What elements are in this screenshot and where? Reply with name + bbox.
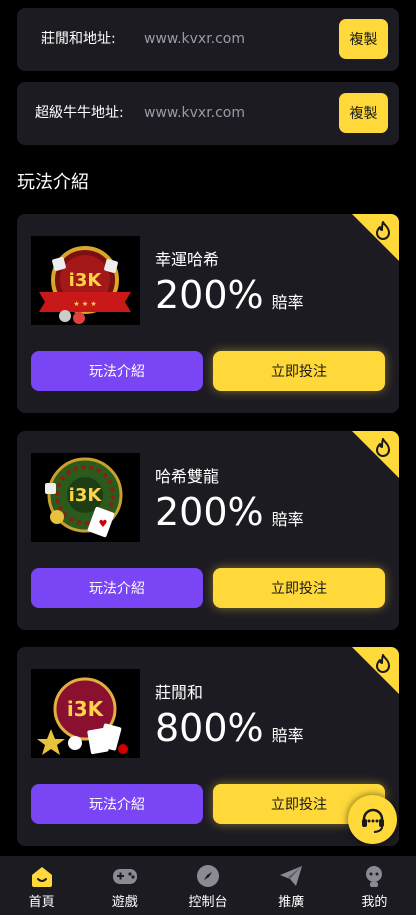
address-label: 莊閒和地址: <box>41 31 116 47</box>
game-thumbnail: i3K ★ ★ ★ <box>31 236 140 325</box>
game-card: i3K ♥ 哈希雙龍 200% 賠率 玩法介紹 立即投注 <box>17 431 399 630</box>
odds: 200% 賠率 <box>155 489 304 535</box>
tab-home[interactable]: 首頁 <box>0 856 83 915</box>
tab-mine[interactable]: 我的 <box>333 856 416 915</box>
compass-icon <box>197 865 219 887</box>
headset-icon <box>361 808 384 833</box>
hot-corner-badge <box>352 647 399 694</box>
odds: 200% 賠率 <box>155 272 304 318</box>
svg-text:i3K: i3K <box>69 485 103 506</box>
section-title: 玩法介紹 <box>17 172 89 193</box>
tab-promote[interactable]: 推廣 <box>250 856 333 915</box>
intro-button[interactable]: 玩法介紹 <box>31 784 203 824</box>
address-card-zhuangxianhe: 莊閒和地址: www.kvxr.com 複製 <box>17 8 399 71</box>
tab-label: 遊戲 <box>111 895 138 910</box>
svg-text:i3K: i3K <box>69 270 103 291</box>
copy-button[interactable]: 複製 <box>339 19 388 59</box>
tab-games[interactable]: 遊戲 <box>83 856 166 915</box>
intro-button[interactable]: 玩法介紹 <box>31 351 203 391</box>
odds-unit: 賠率 <box>271 510 304 529</box>
fire-icon <box>376 654 390 673</box>
address-label: 超級牛牛地址: <box>35 105 124 121</box>
game-thumbnail: i3K <box>31 669 140 758</box>
odds-unit: 賠率 <box>271 293 304 312</box>
send-icon <box>280 866 303 886</box>
game-name: 莊閒和 <box>155 683 204 702</box>
intro-button[interactable]: 玩法介紹 <box>31 568 203 608</box>
home-icon <box>31 867 52 887</box>
bottom-tab-bar: 首頁 遊戲 控制台 推廣 我的 <box>0 856 416 915</box>
fire-icon <box>376 438 390 457</box>
odds-unit: 賠率 <box>271 726 304 745</box>
fire-icon <box>376 221 390 240</box>
bet-button[interactable]: 立即投注 <box>213 568 385 608</box>
hot-corner-badge <box>352 431 399 478</box>
svg-text:i3K: i3K <box>67 697 105 721</box>
svg-text:♥: ♥ <box>99 519 108 530</box>
odds-value: 200% <box>155 273 264 317</box>
tab-label: 控制台 <box>188 895 228 910</box>
tab-label: 我的 <box>361 895 388 910</box>
address-value: www.kvxr.com <box>144 31 246 47</box>
svg-text:★ ★ ★: ★ ★ ★ <box>73 300 96 308</box>
game-name: 哈希雙龍 <box>155 467 220 486</box>
address-card-niuniu: 超級牛牛地址: www.kvxr.com 複製 <box>17 82 399 145</box>
gamepad-icon <box>112 869 137 884</box>
game-name: 幸運哈希 <box>155 250 220 269</box>
odds-value: 800% <box>155 706 264 750</box>
tab-label: 推廣 <box>278 895 305 910</box>
odds-value: 200% <box>155 490 264 534</box>
customer-support-button[interactable] <box>348 795 397 844</box>
game-card: i3K 莊閒和 800% 賠率 玩法介紹 立即投注 <box>17 647 399 846</box>
bet-button[interactable]: 立即投注 <box>213 351 385 391</box>
tab-label: 首頁 <box>28 895 55 910</box>
hot-corner-badge <box>352 214 399 261</box>
tab-console[interactable]: 控制台 <box>166 856 249 915</box>
odds: 800% 賠率 <box>155 705 304 751</box>
copy-button[interactable]: 複製 <box>339 93 388 133</box>
user-icon <box>366 866 383 887</box>
game-card: i3K ★ ★ ★ 幸運哈希 200% 賠率 玩法介紹 立即投注 <box>17 214 399 413</box>
address-value: www.kvxr.com <box>144 105 246 121</box>
game-thumbnail: i3K ♥ <box>31 453 140 542</box>
